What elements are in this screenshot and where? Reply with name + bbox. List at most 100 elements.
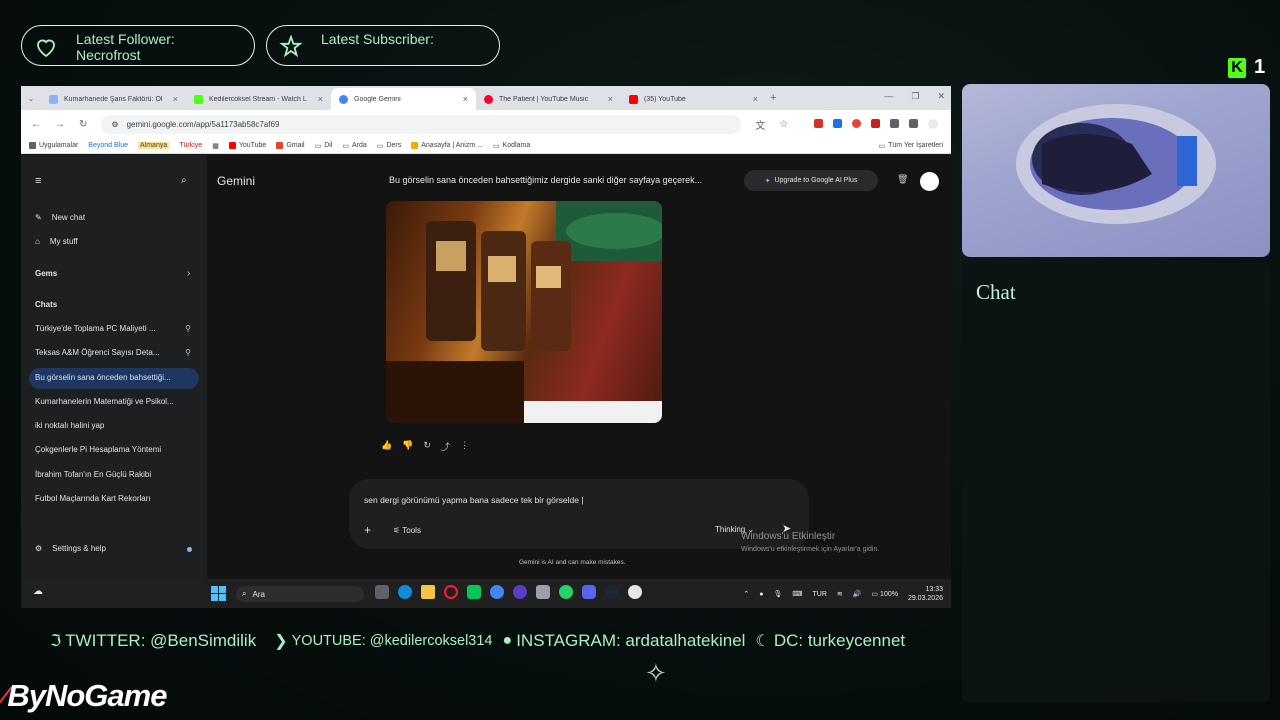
url-bar[interactable]: ⚙ gemini.google.com/app/5a1173ab58c7af69 [101,114,742,134]
prompt-input-box[interactable]: sen dergi görünümü yapma bana sadece tek… [349,479,809,549]
tools-button[interactable]: ⚟ Tools [393,526,421,535]
extension-icon[interactable] [833,118,843,128]
tray-app-icon[interactable]: ● [759,591,763,598]
bookmark-item[interactable]: YouTube [228,142,266,149]
pen-icon[interactable] [536,585,550,599]
close-window-icon[interactable]: ✕ [937,91,945,102]
browser-tab[interactable]: The Patient | YouTube Music × [476,88,621,110]
thumbs-down-icon[interactable]: 👎 [402,440,413,453]
profile-avatar[interactable] [928,118,939,129]
edge-icon[interactable] [398,585,412,599]
share-icon[interactable]: ⤴ [441,440,450,453]
wifi-icon[interactable]: ≋ [837,590,843,598]
start-button[interactable] [211,586,226,601]
discord-icon[interactable] [582,585,596,599]
task-view-icon[interactable] [375,585,389,599]
more-options-icon[interactable]: ⋮ [460,440,469,453]
add-icon[interactable]: + [364,523,371,537]
extension-icon[interactable] [890,118,900,128]
chat-list-item[interactable]: Futbol Maçlarında Kart Rekorları [35,494,195,503]
keyboard-icon[interactable]: ⌨ [792,590,802,598]
chat-list-item[interactable]: Teksas A&M Öğrenci Sayısı Deta... [35,348,195,357]
close-icon[interactable]: × [753,94,758,104]
steam-icon[interactable] [605,585,619,599]
prompt-input[interactable]: sen dergi görünümü yapma bana sadece tek… [364,495,584,505]
bookmark-folder[interactable]: ▭ Dil [315,142,333,150]
microphone-icon[interactable]: 🎙 [774,590,783,598]
browser-tab-active[interactable]: Google Gemini × [331,88,476,110]
bookmark-star-icon[interactable]: ☆ [779,119,788,130]
chat-list-item[interactable]: Çokgenlerle Pi Hesaplama Yöntemi [35,445,195,454]
bookmark-folder[interactable]: ▭ Ders [377,142,401,150]
whatsapp-icon[interactable] [559,585,573,599]
tab-search-icon[interactable]: ⌄ [21,94,41,103]
language-indicator[interactable]: TUR [813,591,827,598]
chat-list-item[interactable]: Türkiye'de Toplama PC Maliyeti ... [35,324,195,333]
reload-icon[interactable]: ↻ [79,119,87,130]
taskbar-search[interactable]: ⌕ Ara [236,586,364,602]
app-icon[interactable] [513,585,527,599]
tools-icon: ⚟ [393,525,403,535]
bookmark-item[interactable]: Beyond Blue [88,142,128,149]
site-info-icon[interactable]: ⚙ [111,120,118,129]
gemini-main: Gemini Bu görselin sana önceden bahsetti… [207,155,951,579]
forward-icon[interactable]: → [55,119,65,130]
grid-icon[interactable]: ▦ [212,142,219,150]
extension-icon[interactable] [871,118,881,128]
settings-help-button[interactable]: ⚙ Settings & help [35,544,106,553]
new-chat-button[interactable]: ✎ New chat [35,213,85,222]
regenerate-icon[interactable]: ↻ [423,440,431,453]
chat-list-item[interactable]: İbrahim Tofan'ın En Güçlü Rakibi [35,470,195,479]
browser-tab[interactable]: Kumarhanede Şans Faktörü: Ol × [41,88,186,110]
chevron-right-icon[interactable]: › [187,268,190,279]
minimize-icon[interactable]: — [884,91,893,102]
chat-list-item[interactable]: Kumarhanelerin Matematiği ve Psikol... [35,397,195,406]
new-tab-icon[interactable]: + [770,92,776,104]
obs-icon[interactable] [628,585,642,599]
line-icon[interactable] [467,585,481,599]
close-icon[interactable]: × [463,94,468,104]
close-icon[interactable]: × [318,94,323,104]
trash-icon[interactable]: 🗑 [897,174,908,185]
back-icon[interactable]: ← [31,119,41,130]
gems-link[interactable]: Gems [35,269,57,278]
volume-icon[interactable]: 🔊 [853,590,862,598]
bookmark-item[interactable]: Uygulamalar [29,142,78,149]
puzzle-icon[interactable] [909,118,919,128]
file-explorer-icon[interactable] [421,585,435,599]
gemini-title[interactable]: Gemini [217,174,255,188]
browser-tab[interactable]: Kedilercoksel Stream - Watch L × [186,88,331,110]
chevron-up-icon[interactable]: ⌃ [743,590,749,598]
bookmark-item[interactable]: Gmail [276,142,305,149]
discord-handle: ☾ DC: turkeycennet [755,631,906,650]
account-avatar[interactable] [920,172,939,191]
chat-list-item[interactable]: iki noktalı halini yap [35,421,195,430]
bookmark-item[interactable]: Almanya [138,142,170,149]
extension-icon[interactable] [852,118,862,128]
bookmark-folder[interactable]: ▭ Arda [342,142,366,150]
browser-tab[interactable]: (35) YouTube × [621,88,766,110]
translate-icon[interactable]: 文 [755,117,765,132]
menu-kebab-icon[interactable]: ⋮ [948,119,951,130]
weather-icon[interactable]: ☁ [33,586,43,597]
chrome-icon[interactable] [490,585,504,599]
close-icon[interactable]: × [608,94,613,104]
opera-icon[interactable] [444,585,458,599]
bookmark-item[interactable]: Anasayfa | Anizm ... [411,142,483,149]
extension-icon[interactable] [814,118,824,128]
battery-indicator[interactable]: ▭ 100% [871,590,897,598]
chat-list-item-active[interactable]: Bu görselin sana önceden bahsettiği... [35,373,195,382]
bookmark-item[interactable]: Türkiye [179,142,202,149]
sparkle-star-icon: ✧ [645,658,667,688]
close-icon[interactable]: × [173,94,178,104]
hamburger-menu-icon[interactable]: ≡ [35,175,41,187]
search-icon[interactable]: ⌕ [181,175,187,186]
generated-image[interactable] [386,201,662,423]
bookmark-folder[interactable]: ▭ Kodlama [493,142,530,150]
maximize-icon[interactable]: ❐ [911,91,919,102]
all-bookmarks[interactable]: ▭ Tüm Yer İşaretleri [879,142,943,150]
upgrade-button[interactable]: ✦ Upgrade to Google AI Plus [744,170,878,191]
thumbs-up-icon[interactable]: 👍 [381,440,392,453]
taskbar-clock[interactable]: 13:33 29.03.2026 [908,585,943,603]
my-stuff-button[interactable]: ⌂ My stuff [35,237,78,246]
